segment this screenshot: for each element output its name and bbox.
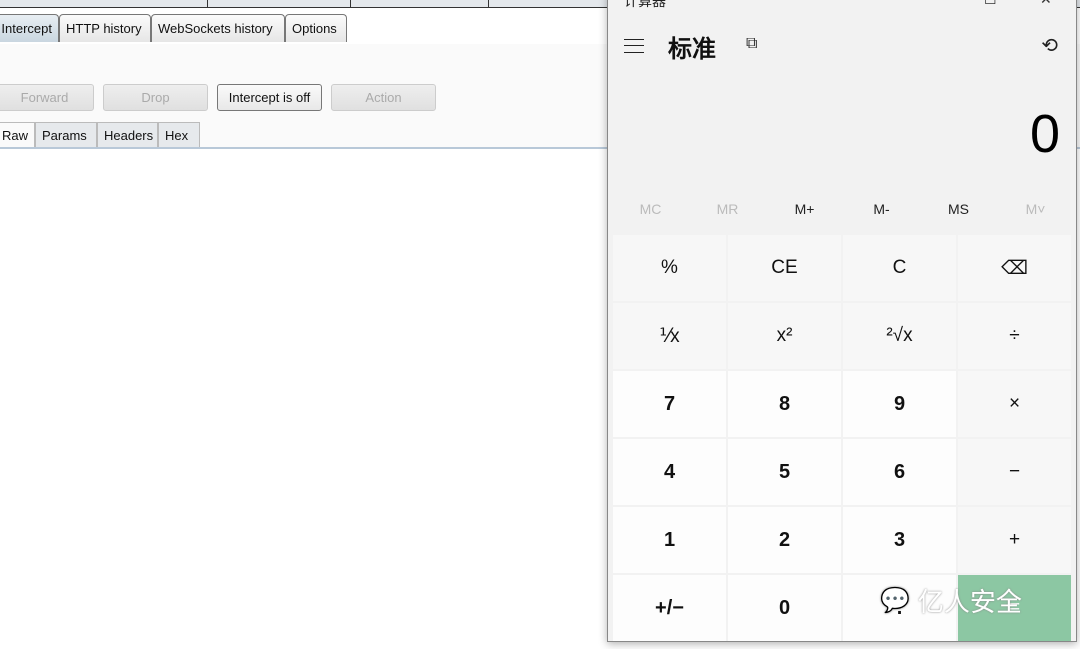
window-title: 计算器	[624, 0, 666, 9]
key-square-root[interactable]: ²√x	[843, 303, 956, 369]
key-subtract[interactable]: −	[958, 439, 1071, 505]
top-tab-divider	[488, 0, 489, 8]
key-8[interactable]: 8	[728, 371, 841, 437]
watermark-text: 亿人安全	[917, 587, 1022, 617]
tab-intercept[interactable]: Intercept	[0, 14, 59, 42]
action-button[interactable]: Action	[331, 84, 436, 111]
key-3[interactable]: 3	[843, 507, 956, 573]
watermark: 💬 亿人安全	[880, 582, 1022, 619]
key-backspace[interactable]: ⌫	[958, 235, 1071, 301]
key-0[interactable]: 0	[728, 575, 841, 641]
tab-http-history[interactable]: HTTP history	[59, 14, 151, 42]
tab-params[interactable]: Params	[35, 122, 97, 148]
menu-icon[interactable]	[624, 39, 644, 53]
calculator-header: 标准 ⧉ ⟲	[608, 29, 1076, 63]
tab-websockets-history[interactable]: WebSockets history	[151, 14, 285, 42]
key-percent[interactable]: %	[613, 235, 726, 301]
mode-title: 标准	[668, 36, 716, 63]
keep-on-top-icon[interactable]: ⧉	[746, 35, 757, 53]
memory-button-m-[interactable]: M-	[843, 201, 920, 217]
key-2[interactable]: 2	[728, 507, 841, 573]
wechat-icon: 💬	[880, 587, 910, 614]
key-1[interactable]: 1	[613, 507, 726, 573]
top-tab-divider	[207, 0, 208, 8]
key-clear[interactable]: C	[843, 235, 956, 301]
key-6[interactable]: 6	[843, 439, 956, 505]
key-multiply[interactable]: ×	[958, 371, 1071, 437]
key-reciprocal[interactable]: ⅟x	[613, 303, 726, 369]
key-clear-entry[interactable]: CE	[728, 235, 841, 301]
memory-button-m+[interactable]: M+	[766, 201, 843, 217]
memory-button-mr[interactable]: MR	[689, 201, 766, 217]
forward-button[interactable]: Forward	[0, 84, 94, 111]
tab-hex[interactable]: Hex	[158, 122, 200, 148]
calculator-window: 计算器 ☐ ✕ 标准 ⧉ ⟲ 0 MCMRM+M-MSM˅ %CEC⌫ ⅟xx²²…	[607, 0, 1077, 642]
key-square[interactable]: x²	[728, 303, 841, 369]
history-icon[interactable]: ⟲	[1041, 33, 1058, 58]
key-5[interactable]: 5	[728, 439, 841, 505]
tab-raw[interactable]: Raw	[0, 122, 35, 148]
memory-button-m[interactable]: M˅	[997, 201, 1074, 217]
close-icon[interactable]: ✕	[1040, 0, 1052, 8]
drop-button[interactable]: Drop	[103, 84, 208, 111]
key-7[interactable]: 7	[613, 371, 726, 437]
key-9[interactable]: 9	[843, 371, 956, 437]
result-display: 0	[1029, 104, 1060, 164]
memory-button-mc[interactable]: MC	[612, 201, 689, 217]
key-4[interactable]: 4	[613, 439, 726, 505]
memory-button-ms[interactable]: MS	[920, 201, 997, 217]
key-divide[interactable]: ÷	[958, 303, 1071, 369]
intercept-toggle-button[interactable]: Intercept is off	[217, 84, 322, 111]
top-tab-divider	[350, 0, 351, 8]
tab-headers[interactable]: Headers	[97, 122, 158, 148]
tab-options[interactable]: Options	[285, 14, 347, 42]
key-negate[interactable]: +/−	[613, 575, 726, 641]
key-add[interactable]: +	[958, 507, 1071, 573]
maximize-icon[interactable]: ☐	[984, 0, 997, 8]
